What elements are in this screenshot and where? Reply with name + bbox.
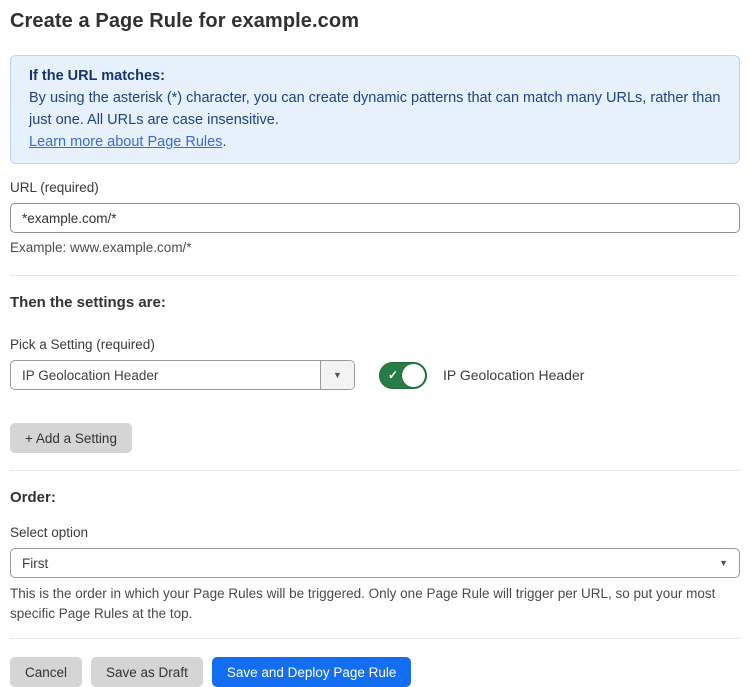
setting-combobox-value: IP Geolocation Header [11, 361, 320, 389]
pick-setting-label: Pick a Setting (required) [10, 337, 740, 352]
info-box-body: By using the asterisk (*) character, you… [29, 87, 721, 131]
toggle-knob [402, 364, 425, 387]
url-input[interactable] [10, 203, 740, 233]
page-title: Create a Page Rule for example.com [10, 10, 740, 33]
setting-row: IP Geolocation Header ▼ ✓ IP Geolocation… [10, 360, 740, 390]
save-draft-button[interactable]: Save as Draft [91, 657, 203, 687]
url-field-label: URL (required) [10, 180, 740, 195]
add-setting-button[interactable]: + Add a Setting [10, 423, 132, 453]
select-option-label: Select option [10, 525, 740, 540]
check-icon: ✓ [388, 369, 398, 381]
settings-section-heading: Then the settings are: [10, 294, 740, 311]
url-match-info-box: If the URL matches: By using the asteris… [10, 55, 740, 164]
toggle-label: IP Geolocation Header [443, 367, 584, 383]
order-select[interactable]: First ▼ [10, 548, 740, 578]
setting-combobox[interactable]: IP Geolocation Header ▼ [10, 360, 355, 390]
learn-more-link[interactable]: Learn more about Page Rules [29, 134, 222, 150]
footer-actions: Cancel Save as Draft Save and Deploy Pag… [10, 657, 740, 687]
chevron-down-icon: ▼ [333, 370, 342, 380]
order-helper-text: This is the order in which your Page Rul… [10, 584, 740, 624]
divider [10, 275, 740, 276]
chevron-down-icon: ▼ [719, 558, 728, 568]
link-period: . [222, 134, 226, 150]
page-rule-form: Create a Page Rule for example.com If th… [0, 0, 750, 687]
divider [10, 470, 740, 471]
divider [10, 638, 740, 639]
save-deploy-button[interactable]: Save and Deploy Page Rule [212, 657, 412, 687]
info-box-link-line: Learn more about Page Rules. [29, 131, 721, 153]
order-select-value: First [22, 556, 48, 571]
url-example-helper: Example: www.example.com/* [10, 240, 740, 255]
ip-geolocation-toggle[interactable]: ✓ [379, 362, 427, 389]
info-box-heading: If the URL matches: [29, 65, 721, 87]
setting-combobox-dropdown-button[interactable]: ▼ [320, 361, 354, 389]
order-section-heading: Order: [10, 489, 740, 506]
cancel-button[interactable]: Cancel [10, 657, 82, 687]
